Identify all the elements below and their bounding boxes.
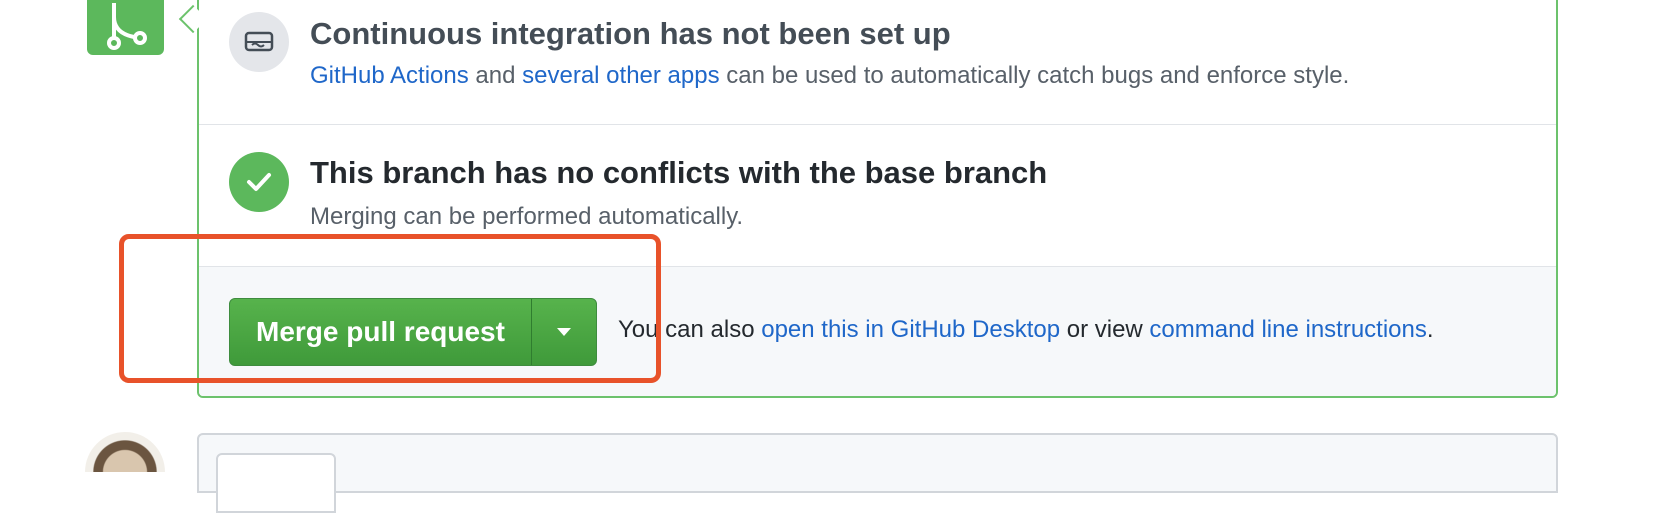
server-icon bbox=[244, 31, 274, 52]
comment-tab-write[interactable] bbox=[216, 453, 336, 513]
command-line-instructions-link[interactable]: command line instructions bbox=[1149, 316, 1426, 343]
also-suffix: . bbox=[1426, 316, 1434, 343]
merge-alternatives-text: You can also open this in GitHub Desktop… bbox=[618, 316, 1434, 344]
merge-status-badge bbox=[87, 0, 164, 55]
ci-text-and: and bbox=[468, 62, 523, 89]
git-merge-icon bbox=[106, 2, 147, 50]
ci-status-description: GitHub Actions and several other apps ca… bbox=[310, 62, 1349, 90]
other-apps-link[interactable]: several other apps bbox=[522, 62, 719, 89]
ci-text-rest: can be used to automatically catch bugs … bbox=[719, 62, 1350, 89]
check-circle bbox=[229, 152, 289, 212]
ci-icon-circle bbox=[229, 12, 289, 72]
github-actions-link[interactable]: GitHub Actions bbox=[310, 62, 469, 89]
avatar bbox=[85, 432, 165, 472]
also-middle: or view bbox=[1060, 316, 1150, 343]
open-in-desktop-link[interactable]: open this in GitHub Desktop bbox=[761, 316, 1060, 343]
ci-status-title: Continuous integration has not been set … bbox=[310, 16, 951, 51]
check-icon bbox=[247, 173, 271, 191]
annotation-highlight-box bbox=[119, 234, 661, 383]
conflict-status-title: This branch has no conflicts with the ba… bbox=[310, 155, 1048, 190]
comment-box bbox=[197, 433, 1558, 513]
conflict-status-description: Merging can be performed automatically. bbox=[310, 203, 744, 230]
ci-status-section: Continuous integration has not been set … bbox=[199, 0, 1556, 125]
